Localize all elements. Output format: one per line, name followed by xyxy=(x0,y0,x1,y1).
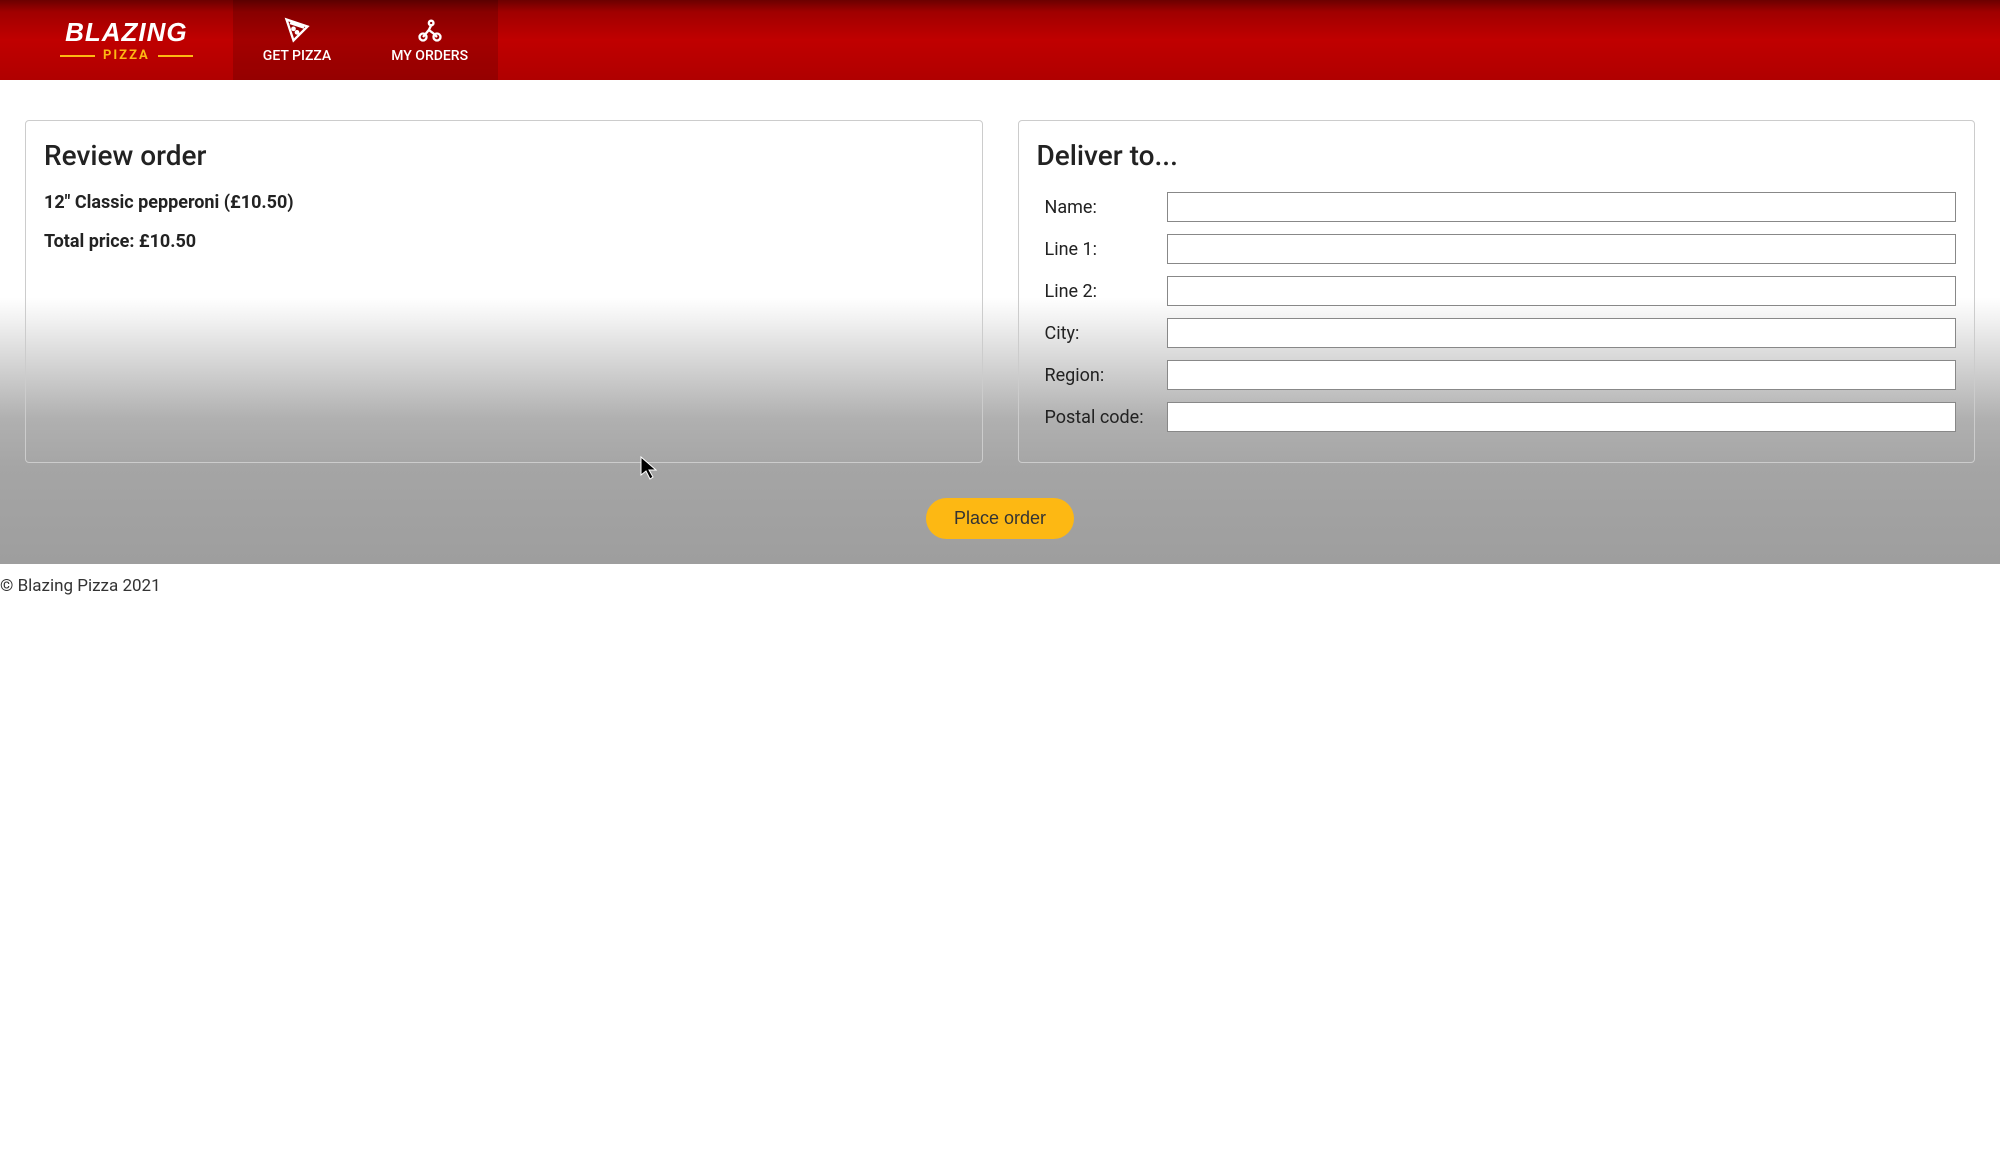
action-row: Place order xyxy=(25,498,1975,539)
pizza-slice-icon xyxy=(283,16,311,44)
logo-main-text: BLAZING xyxy=(65,17,188,48)
deliver-to-panel: Deliver to... Name: Line 1: Line 2: City… xyxy=(1018,120,1976,463)
region-label: Region: xyxy=(1037,365,1167,386)
line2-input[interactable] xyxy=(1167,276,1957,306)
form-row-city: City: xyxy=(1037,318,1957,348)
form-row-region: Region: xyxy=(1037,360,1957,390)
postal-label: Postal code: xyxy=(1037,407,1167,428)
order-total: Total price: £10.50 xyxy=(44,231,964,252)
nav-my-orders[interactable]: MY ORDERS xyxy=(361,0,498,80)
page-footer: © Blazing Pizza 2021 xyxy=(0,564,2000,608)
nav-get-pizza-label: GET PIZZA xyxy=(263,48,331,64)
copyright-text: © Blazing Pizza 2021 xyxy=(0,576,161,596)
city-input[interactable] xyxy=(1167,318,1957,348)
place-order-button[interactable]: Place order xyxy=(926,498,1074,539)
line1-label: Line 1: xyxy=(1037,239,1167,260)
form-row-postal: Postal code: xyxy=(1037,402,1957,432)
name-input[interactable] xyxy=(1167,192,1957,222)
region-input[interactable] xyxy=(1167,360,1957,390)
logo-sub-text: PIZZA xyxy=(60,48,193,63)
name-label: Name: xyxy=(1037,197,1167,218)
total-value: £10.50 xyxy=(139,231,196,252)
review-order-title: Review order xyxy=(44,139,964,172)
order-line-item: 12" Classic pepperoni (£10.50) xyxy=(44,192,964,213)
form-row-name: Name: xyxy=(1037,192,1957,222)
panels-row: Review order 12" Classic pepperoni (£10.… xyxy=(25,120,1975,463)
line1-input[interactable] xyxy=(1167,234,1957,264)
checkout-content: Review order 12" Classic pepperoni (£10.… xyxy=(0,80,2000,564)
nav-get-pizza[interactable]: GET PIZZA xyxy=(233,0,361,80)
form-row-line1: Line 1: xyxy=(1037,234,1957,264)
review-order-panel: Review order 12" Classic pepperoni (£10.… xyxy=(25,120,983,463)
nav-my-orders-label: MY ORDERS xyxy=(391,48,468,64)
deliver-to-title: Deliver to... xyxy=(1037,139,1957,172)
total-label: Total price: xyxy=(44,231,134,252)
city-label: City: xyxy=(1037,323,1167,344)
main-nav: GET PIZZA MY ORDERS xyxy=(233,0,498,80)
delivery-bike-icon xyxy=(416,16,444,44)
top-header: BLAZING PIZZA GET PIZZA MY ORDERS xyxy=(0,0,2000,80)
form-row-line2: Line 2: xyxy=(1037,276,1957,306)
line2-label: Line 2: xyxy=(1037,281,1167,302)
brand-logo: BLAZING PIZZA xyxy=(20,17,233,63)
postal-input[interactable] xyxy=(1167,402,1957,432)
